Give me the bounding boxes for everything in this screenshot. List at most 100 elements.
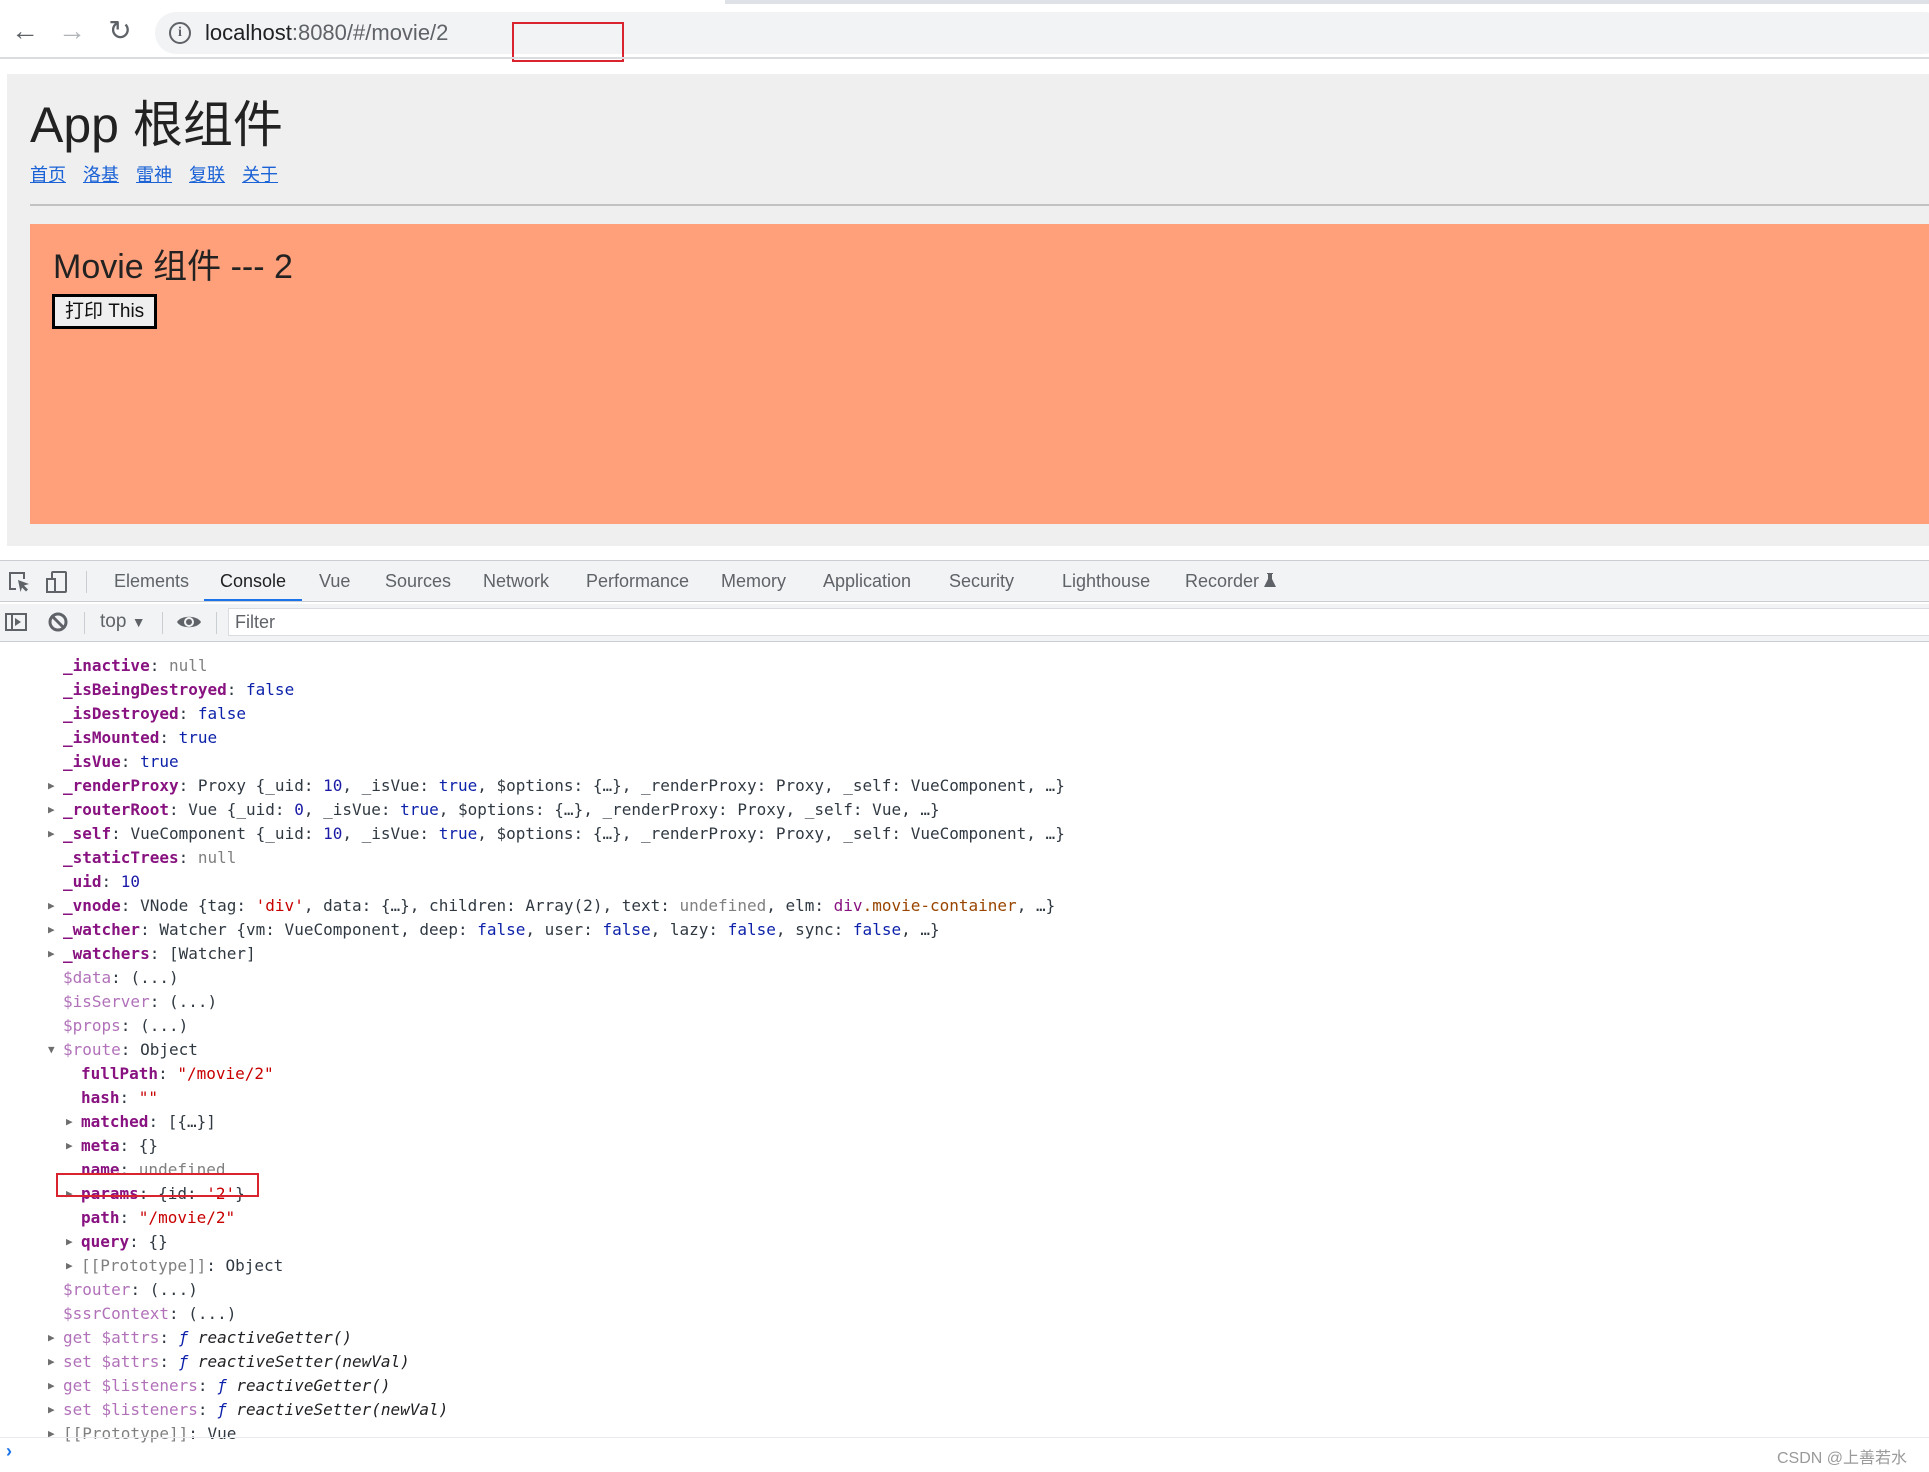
nav-link-thor[interactable]: 雷神 bbox=[136, 165, 172, 185]
property-key: $isServer bbox=[63, 992, 150, 1011]
tab-security[interactable]: Security bbox=[947, 561, 1016, 601]
collapsed-triangle-icon[interactable]: ▶ bbox=[48, 894, 60, 918]
separator bbox=[84, 612, 85, 634]
tab-memory[interactable]: Memory bbox=[719, 561, 788, 601]
property-value: , _isVue: bbox=[303, 800, 401, 819]
property-colon: : bbox=[197, 1400, 218, 1419]
property-value: Vue {_uid: bbox=[188, 800, 295, 819]
url-text[interactable]: localhost:8080/#/movie/2 bbox=[205, 18, 448, 48]
address-bar[interactable]: i localhost:8080/#/movie/2 bbox=[155, 12, 1929, 62]
nav-link-home[interactable]: 首页 bbox=[30, 165, 66, 185]
property-colon: : bbox=[120, 1016, 141, 1035]
console-prompt[interactable]: › bbox=[6, 1441, 12, 1462]
collapsed-triangle-icon[interactable]: ▶ bbox=[48, 918, 60, 942]
property-value: false bbox=[852, 920, 902, 939]
collapsed-triangle-icon[interactable]: ▶ bbox=[48, 1422, 60, 1446]
property-value: true bbox=[140, 752, 179, 771]
tab-network[interactable]: Network bbox=[481, 561, 551, 601]
property-key: _vnode bbox=[63, 896, 121, 915]
property-value: reactiveSetter(newVal) bbox=[197, 1352, 410, 1371]
property-value: , $options: {…}, _renderProxy: Proxy, _s… bbox=[438, 800, 940, 819]
back-button[interactable]: ← bbox=[10, 14, 40, 48]
property-value: (...) bbox=[130, 968, 179, 987]
property-value: "/movie/2" bbox=[177, 1064, 274, 1083]
expanded-triangle-icon[interactable]: ▼ bbox=[48, 1038, 60, 1062]
property-colon: : bbox=[226, 680, 247, 699]
property-key: set $attrs bbox=[63, 1352, 160, 1371]
collapsed-triangle-icon[interactable]: ▶ bbox=[66, 1230, 78, 1254]
print-this-button[interactable]: 打印 This bbox=[52, 294, 158, 329]
property-value: ƒ bbox=[217, 1400, 237, 1419]
console-prompt-divider bbox=[0, 1437, 1929, 1438]
property-colon: : bbox=[159, 1328, 179, 1347]
forward-button[interactable]: → bbox=[57, 14, 87, 48]
tab-sources[interactable]: Sources bbox=[383, 561, 453, 601]
property-key: path bbox=[81, 1208, 120, 1227]
arrow-left-icon: ← bbox=[11, 15, 39, 46]
tab-recorder[interactable]: Recorder bbox=[1183, 561, 1278, 601]
collapsed-triangle-icon[interactable]: ▶ bbox=[48, 798, 60, 822]
tab-lighthouse[interactable]: Lighthouse bbox=[1060, 561, 1152, 601]
property-value: 10 bbox=[323, 776, 343, 795]
tab-performance[interactable]: Performance bbox=[584, 561, 691, 601]
nav-link-loki[interactable]: 洛基 bbox=[83, 165, 119, 185]
collapsed-triangle-icon[interactable]: ▶ bbox=[66, 1134, 78, 1158]
property-key: $route bbox=[63, 1040, 121, 1059]
property-value: [{…}] bbox=[167, 1112, 216, 1131]
property-colon: : bbox=[120, 752, 141, 771]
property-value: [Watcher] bbox=[168, 944, 256, 963]
tab-console[interactable]: Console bbox=[203, 561, 303, 601]
tab-elements[interactable]: Elements bbox=[112, 561, 191, 601]
property-colon: : bbox=[148, 1112, 168, 1131]
collapsed-triangle-icon[interactable]: ▶ bbox=[48, 942, 60, 966]
tab-vue[interactable]: Vue bbox=[317, 561, 352, 601]
property-key: _isMounted bbox=[63, 728, 160, 747]
property-value: , sync: bbox=[775, 920, 853, 939]
context-selector[interactable]: top ▼ bbox=[100, 604, 146, 640]
nav-link-about[interactable]: 关于 bbox=[242, 165, 278, 185]
collapsed-triangle-icon[interactable]: ▶ bbox=[48, 1398, 60, 1422]
console-output: _inactive: null _isBeingDestroyed: false _… bbox=[0, 642, 1929, 1443]
property-colon: : bbox=[159, 1352, 179, 1371]
property-value: , …} bbox=[901, 920, 940, 939]
property-value: , lazy: bbox=[650, 920, 728, 939]
property-value: {} bbox=[148, 1232, 168, 1251]
property-value: ƒ bbox=[178, 1352, 198, 1371]
device-toolbar-button[interactable] bbox=[44, 569, 70, 595]
property-value: {} bbox=[138, 1136, 159, 1155]
property-value: 0 bbox=[294, 800, 304, 819]
collapsed-triangle-icon[interactable]: ▶ bbox=[66, 1254, 78, 1278]
property-value: (...) bbox=[140, 1016, 189, 1035]
property-key: _staticTrees bbox=[63, 848, 179, 867]
property-colon: : bbox=[119, 1136, 139, 1155]
property-value: Watcher {vm: VueComponent, deep: bbox=[159, 920, 478, 939]
property-value: 10 bbox=[120, 872, 141, 891]
router-nav: 首页 洛基 雷神 复联 关于 bbox=[30, 162, 290, 188]
clear-console-button[interactable] bbox=[46, 610, 72, 636]
console-filter-input[interactable] bbox=[228, 608, 1929, 636]
collapsed-triangle-icon[interactable]: ▶ bbox=[48, 1326, 60, 1350]
property-key: set $listeners bbox=[63, 1400, 198, 1419]
inspect-element-button[interactable] bbox=[6, 569, 32, 595]
reload-button[interactable]: ↻ bbox=[105, 14, 135, 48]
live-expression-button[interactable] bbox=[176, 610, 202, 636]
property-value: null bbox=[197, 848, 237, 867]
property-colon: : bbox=[168, 1304, 189, 1323]
nav-link-avengers[interactable]: 复联 bbox=[189, 165, 225, 185]
property-key: get $listeners bbox=[63, 1376, 198, 1395]
collapsed-triangle-icon[interactable]: ▶ bbox=[48, 1374, 60, 1398]
eye-icon bbox=[177, 616, 201, 628]
collapsed-triangle-icon[interactable]: ▶ bbox=[48, 774, 60, 798]
tab-application[interactable]: Application bbox=[821, 561, 913, 601]
sidebar-toggle-button[interactable] bbox=[4, 610, 30, 636]
collapsed-triangle-icon[interactable]: ▶ bbox=[66, 1110, 78, 1134]
devtools-tabbar: Elements Console Vue Sources Network Per… bbox=[0, 560, 1929, 602]
info-icon[interactable]: i bbox=[169, 22, 191, 44]
property-value: div bbox=[833, 896, 863, 915]
property-value: (...) bbox=[149, 1280, 198, 1299]
collapsed-triangle-icon[interactable]: ▶ bbox=[48, 1350, 60, 1374]
collapsed-triangle-icon[interactable]: ▶ bbox=[48, 822, 60, 846]
property-colon: : bbox=[129, 1232, 149, 1251]
params-highlight-box bbox=[56, 1173, 259, 1197]
property-key: matched bbox=[81, 1112, 149, 1131]
